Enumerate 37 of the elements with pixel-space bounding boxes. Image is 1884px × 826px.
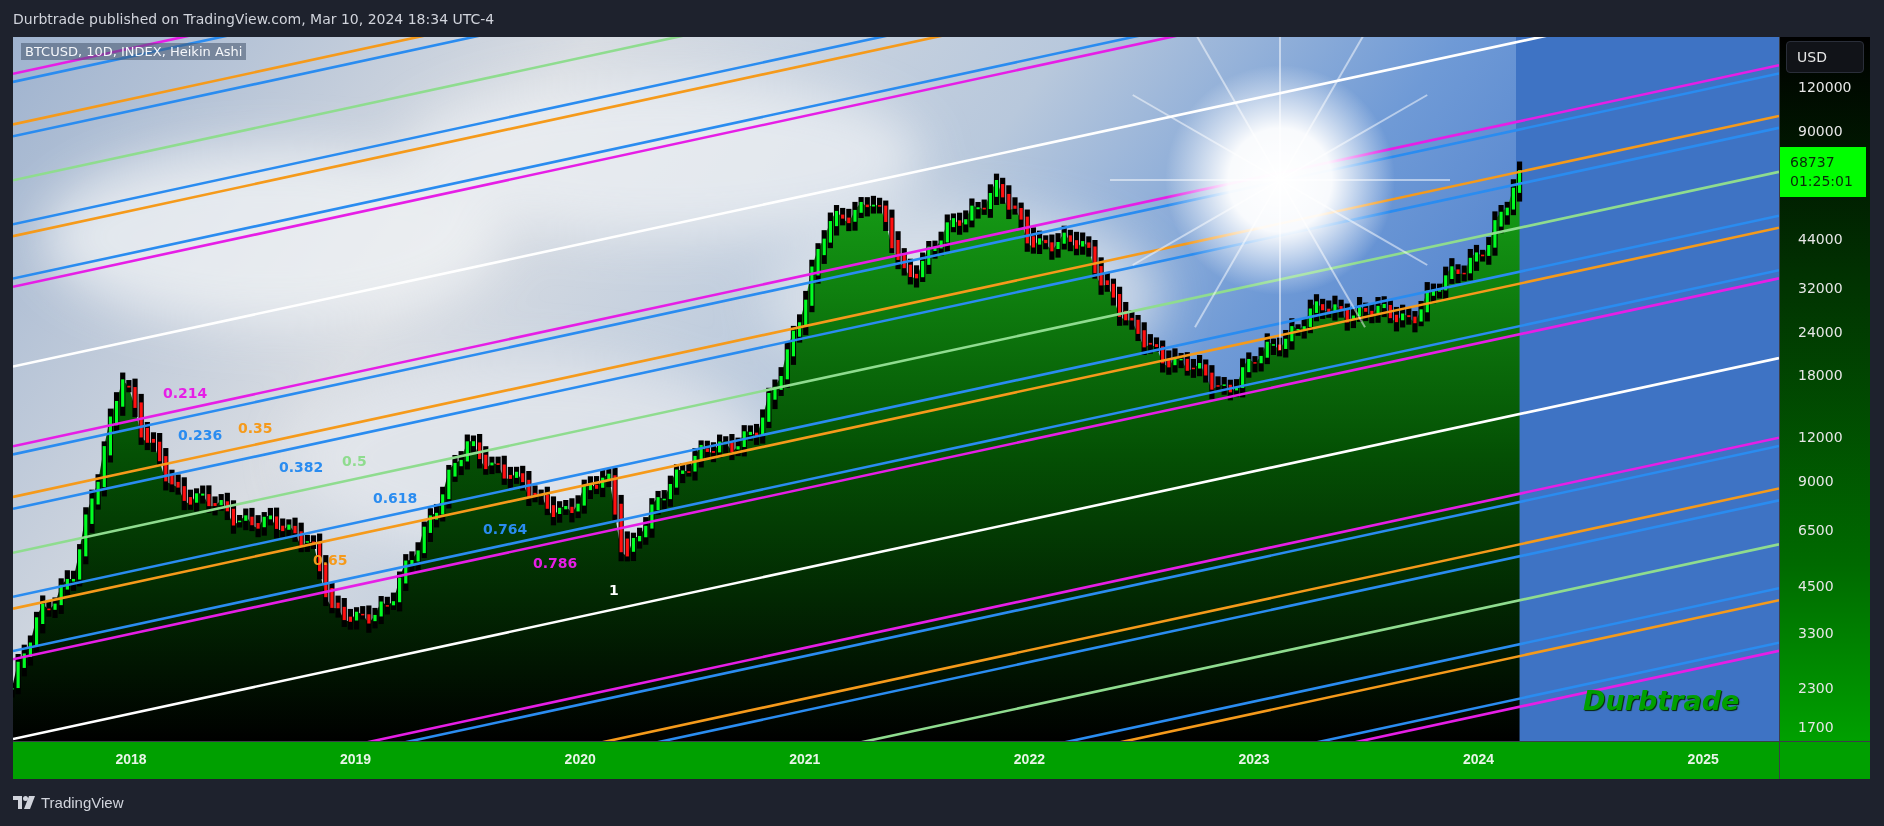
fib-level-label: 1 [609,581,619,598]
year-label: 2021 [789,751,821,767]
year-label: 2018 [115,751,147,767]
symbol-legend: BTCUSD, 10D, INDEX, Heikin Ashi [21,43,247,60]
fib-level-label: 0.236 [178,426,223,443]
year-label: 2023 [1238,751,1270,767]
price-tick-label: 9000 [1798,473,1834,489]
fib-level-label: 0.35 [238,419,273,436]
year-label: 2020 [564,751,596,767]
fib-level-label: 0.786 [533,555,578,572]
price-tick-label: 6500 [1798,522,1834,538]
price-tick-label: 2300 [1798,680,1834,696]
last-price: 68737 [1790,153,1836,172]
fib-level-label: 0.382 [279,459,324,476]
currency-button[interactable]: USD [1786,41,1864,73]
fib-level-label: 0.618 [373,490,418,507]
author-signature: Durbtrade [1583,685,1740,716]
price-tick-label: 18000 [1798,367,1843,383]
brand-name: TradingView [41,794,124,811]
year-label: 2022 [1013,751,1045,767]
price-tick-label: 44000 [1798,231,1843,247]
bar-countdown: 01:25:01 [1790,172,1854,191]
fib-level-label: 0.764 [483,521,528,537]
price-tick-label: 24000 [1798,324,1843,340]
year-label: 2025 [1687,751,1719,767]
price-tick-label: 1700 [1798,719,1834,735]
price-tick-label: 4500 [1798,578,1834,594]
year-label: 2024 [1463,751,1495,767]
price-tick-label: 120000 [1798,79,1852,95]
price-tick-label: 90000 [1798,123,1843,139]
price-tick-label: 32000 [1798,280,1843,296]
price-tick-label: 12000 [1798,429,1843,445]
year-label: 2019 [340,751,372,767]
publish-info: Durbtrade published on TradingView.com, Mar 10, 2024 18:34 UTC-4 [13,10,495,27]
fib-level-label: 0.214 [163,385,208,402]
fib-level-label: 0.5 [342,453,367,470]
price-tick-label: 3300 [1798,625,1834,641]
